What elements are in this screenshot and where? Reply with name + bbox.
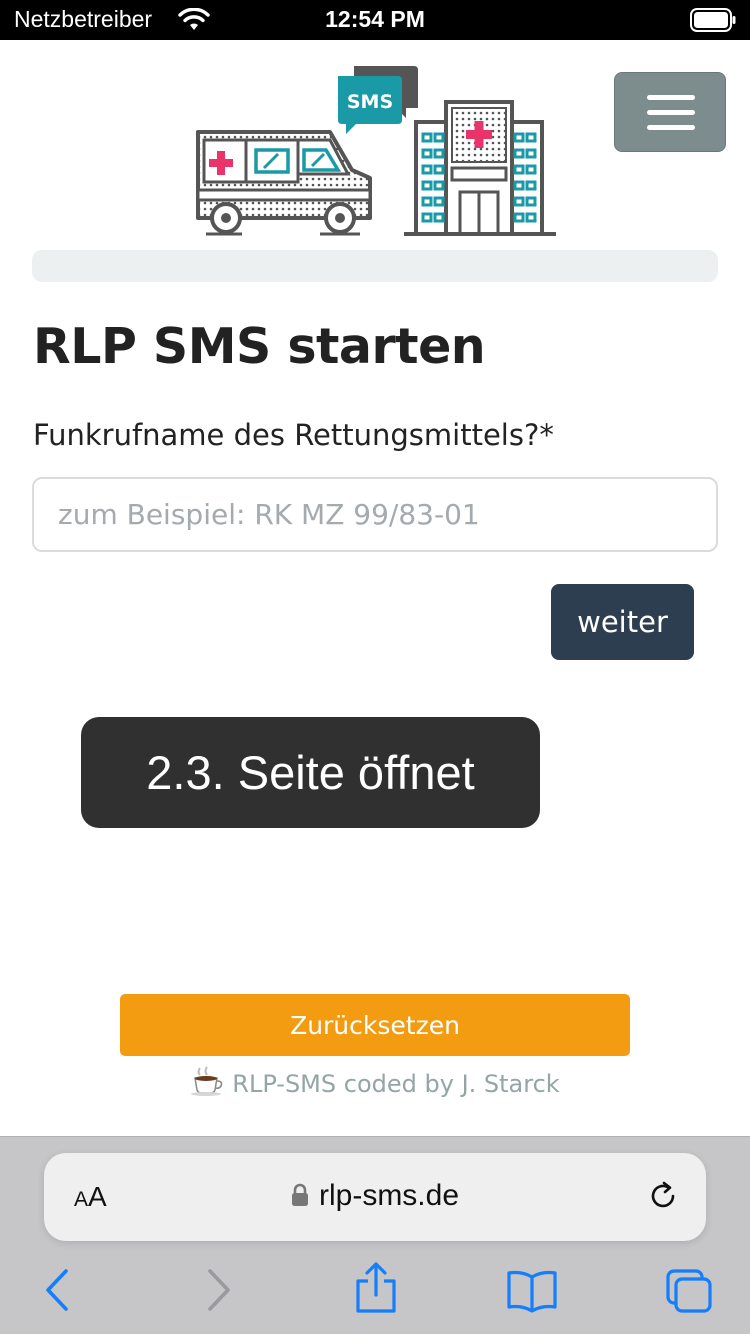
status-bar: Netzbetreiber 12:54 PM: [0, 0, 750, 40]
hamburger-icon-bar: [647, 125, 695, 130]
battery-icon: [690, 8, 736, 37]
web-page: SMS RLP SMS starten Funkrufname des Rett…: [0, 40, 750, 1136]
progress-bar: [32, 250, 718, 282]
url-text: rlp-sms.de: [318, 1179, 460, 1212]
hospital-icon: [404, 100, 556, 236]
sms-badge-text: SMS: [347, 91, 393, 113]
toast-message: 2.3. Seite öffnet: [81, 717, 540, 828]
back-arrow-icon[interactable]: [40, 1267, 76, 1318]
footer-credit: RLP-SMS coded by J. Starck: [0, 1066, 750, 1102]
reset-button[interactable]: Zurücksetzen: [120, 994, 630, 1056]
forward-arrow-icon[interactable]: [200, 1267, 236, 1318]
share-icon[interactable]: [354, 1261, 398, 1320]
browser-chrome: AA rlp-sms.de: [0, 1136, 750, 1334]
callsign-input[interactable]: [32, 477, 718, 552]
hamburger-icon-bar: [647, 95, 695, 100]
bookmarks-icon[interactable]: [506, 1269, 558, 1318]
next-button[interactable]: weiter: [551, 584, 694, 660]
hamburger-icon-bar: [647, 110, 695, 115]
credit-text: RLP-SMS coded by J. Starck: [232, 1070, 560, 1098]
lock-icon: [291, 1181, 309, 1215]
url-display[interactable]: rlp-sms.de: [44, 1179, 706, 1215]
address-bar[interactable]: AA rlp-sms.de: [44, 1153, 706, 1241]
menu-button[interactable]: [614, 72, 726, 152]
tabs-icon[interactable]: [664, 1267, 714, 1320]
ambulance-icon: [196, 130, 372, 236]
page-title: RLP SMS starten: [33, 318, 486, 375]
sms-bubble-icon: SMS: [338, 66, 418, 134]
hero-illustration: SMS: [190, 62, 560, 240]
coffee-icon: [190, 1066, 224, 1102]
reload-icon[interactable]: [646, 1179, 680, 1218]
callsign-label: Funkrufname des Rettungsmittels?*: [33, 418, 554, 452]
clock: 12:54 PM: [325, 6, 425, 32]
